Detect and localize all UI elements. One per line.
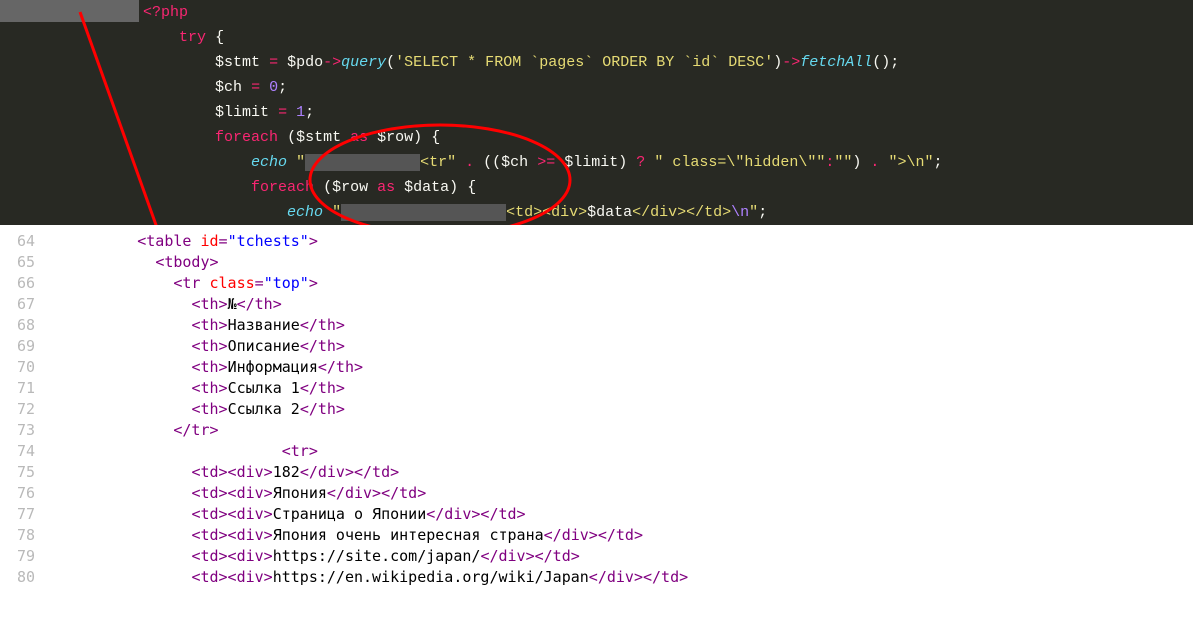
code-content: <td><div>Япония очень интересная страна<… bbox=[65, 525, 643, 546]
code-line: 68 <th>Название</th> bbox=[0, 315, 1193, 336]
php-open-tag: <?php bbox=[143, 4, 188, 21]
code-line: 72 <th>Ссылка 2</th> bbox=[0, 399, 1193, 420]
line-number: 64 bbox=[0, 231, 65, 252]
code-content: <th>Информация</th> bbox=[65, 357, 363, 378]
code-line: $limit = 1; bbox=[0, 100, 1193, 125]
code-content: <tr class="top"> bbox=[65, 273, 318, 294]
line-number: 76 bbox=[0, 483, 65, 504]
dark-code-editor: <?php try { $stmt = $pdo->query('SELECT … bbox=[0, 0, 1193, 225]
code-line: foreach ($stmt as $row) { bbox=[0, 125, 1193, 150]
code-content: <th>Ссылка 1</th> bbox=[65, 378, 345, 399]
code-content: <td><div>Страница о Японии</div></td> bbox=[65, 504, 526, 525]
code-line: $stmt = $pdo->query('SELECT * FROM `page… bbox=[0, 50, 1193, 75]
redacted-block-top bbox=[0, 0, 139, 22]
code-line: 71 <th>Ссылка 1</th> bbox=[0, 378, 1193, 399]
redacted-block bbox=[305, 154, 420, 171]
code-content: <td><div>Япония</div></td> bbox=[65, 483, 426, 504]
line-number: 72 bbox=[0, 399, 65, 420]
code-line: <?php bbox=[0, 0, 1193, 25]
line-number: 74 bbox=[0, 441, 65, 462]
code-line: 67 <th>№</th> bbox=[0, 294, 1193, 315]
code-content: <td><div>182</div></td> bbox=[65, 462, 399, 483]
line-number: 70 bbox=[0, 357, 65, 378]
line-number: 73 bbox=[0, 420, 65, 441]
code-content: </tr> bbox=[65, 420, 219, 441]
code-content: <th>№</th> bbox=[65, 294, 282, 315]
redacted-block bbox=[341, 204, 506, 221]
code-line: 66 <tr class="top"> bbox=[0, 273, 1193, 294]
line-number: 77 bbox=[0, 504, 65, 525]
code-content: <td><div>https://en.wikipedia.org/wiki/J… bbox=[65, 567, 688, 588]
code-line: 77 <td><div>Страница о Японии</div></td> bbox=[0, 504, 1193, 525]
code-content: <tr> bbox=[65, 441, 318, 462]
code-content: <td><div>https://site.com/japan/</div></… bbox=[65, 546, 580, 567]
code-content: <th>Название</th> bbox=[65, 315, 345, 336]
line-number: 69 bbox=[0, 336, 65, 357]
line-number: 78 bbox=[0, 525, 65, 546]
code-content: <tbody> bbox=[65, 252, 219, 273]
code-line: 79 <td><div>https://site.com/japan/</div… bbox=[0, 546, 1193, 567]
code-content: <th>Описание</th> bbox=[65, 336, 345, 357]
code-line: try { bbox=[0, 25, 1193, 50]
code-line: 65 <tbody> bbox=[0, 252, 1193, 273]
code-line: 73 </tr> bbox=[0, 420, 1193, 441]
code-content: <th>Ссылка 2</th> bbox=[65, 399, 345, 420]
code-line: 69 <th>Описание</th> bbox=[0, 336, 1193, 357]
line-number: 66 bbox=[0, 273, 65, 294]
code-line: 80 <td><div>https://en.wikipedia.org/wik… bbox=[0, 567, 1193, 588]
code-line: 70 <th>Информация</th> bbox=[0, 357, 1193, 378]
code-line: echo "<tr" . (($ch >= $limit) ? " class=… bbox=[0, 150, 1193, 175]
line-number: 68 bbox=[0, 315, 65, 336]
code-line: 75 <td><div>182</div></td> bbox=[0, 462, 1193, 483]
code-line: 74 <tr> bbox=[0, 441, 1193, 462]
light-code-editor: 64 <table id="tchests">65 <tbody>66 <tr … bbox=[0, 225, 1193, 588]
line-number: 79 bbox=[0, 546, 65, 567]
line-number: 65 bbox=[0, 252, 65, 273]
line-number: 80 bbox=[0, 567, 65, 588]
code-line: echo "<td><div>$data</div></td>\n"; bbox=[0, 200, 1193, 225]
line-number: 67 bbox=[0, 294, 65, 315]
line-number: 71 bbox=[0, 378, 65, 399]
code-line: foreach ($row as $data) { bbox=[0, 175, 1193, 200]
code-content: <table id="tchests"> bbox=[65, 231, 318, 252]
line-number: 75 bbox=[0, 462, 65, 483]
code-line: 64 <table id="tchests"> bbox=[0, 231, 1193, 252]
code-line: 76 <td><div>Япония</div></td> bbox=[0, 483, 1193, 504]
code-line: $ch = 0; bbox=[0, 75, 1193, 100]
code-line: 78 <td><div>Япония очень интересная стра… bbox=[0, 525, 1193, 546]
